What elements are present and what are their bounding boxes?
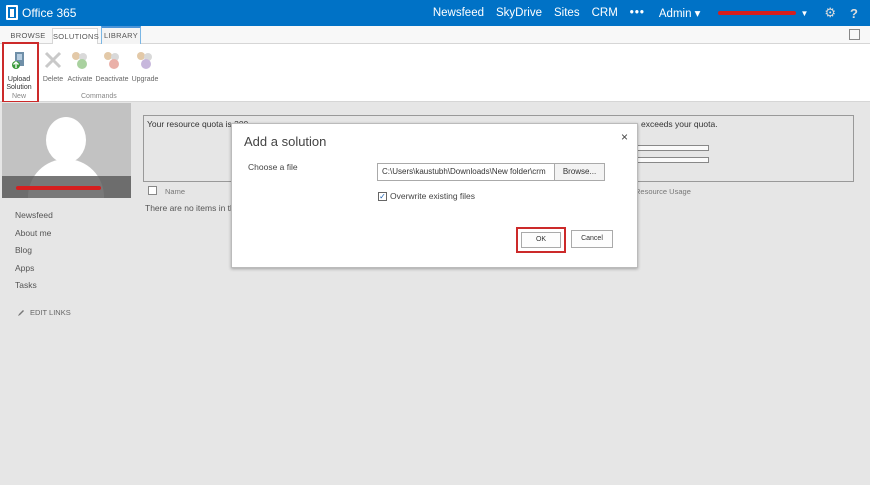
upload-highlight-box (2, 42, 39, 103)
more-apps-button[interactable]: ••• (630, 7, 645, 19)
quota-bar-average (634, 157, 709, 163)
dialog-title: Add a solution (244, 134, 327, 149)
pencil-icon (18, 309, 24, 316)
group-label-commands: Commands (81, 93, 117, 100)
nav-crm[interactable]: CRM (592, 7, 618, 19)
deactivate-label: Deactivate (95, 76, 129, 83)
left-nav: Newsfeed About me Blog Apps Tasks EDIT L… (0, 102, 131, 485)
activate-button[interactable]: Activate (65, 50, 95, 84)
nav-admin[interactable]: Admin ▾ (659, 6, 701, 20)
redacted-profile-name (16, 186, 101, 190)
sidebar-item-blog[interactable]: Blog (15, 245, 32, 255)
quota-text-end: exceeds your quota. (641, 119, 718, 129)
close-icon[interactable]: × (621, 130, 628, 144)
nav-sites[interactable]: Sites (554, 7, 580, 19)
file-path-input[interactable]: C:\Users\kaustubh\Downloads\New folder\c… (378, 164, 554, 180)
empty-list-message: There are no items in th (145, 203, 235, 213)
quota-bar-current (634, 145, 709, 151)
avatar-head (46, 117, 86, 163)
upgrade-button[interactable]: Upgrade (130, 50, 160, 84)
overwrite-option[interactable]: ✓ Overwrite existing files (378, 191, 475, 201)
ok-highlight-box: OK (516, 227, 566, 253)
column-header-name[interactable]: Name (165, 187, 185, 196)
deactivate-button[interactable]: Deactivate (95, 50, 129, 84)
logo-text: Office 365 (22, 5, 77, 20)
focus-on-content-icon[interactable] (849, 29, 860, 40)
sidebar-item-tasks[interactable]: Tasks (15, 280, 37, 290)
tab-solutions[interactable]: SOLUTIONS (52, 28, 99, 45)
help-button[interactable]: ? (850, 6, 858, 21)
suite-bar: Office 365 Newsfeed SkyDrive Sites CRM •… (0, 0, 870, 26)
office365-logo[interactable]: Office 365 (6, 5, 76, 20)
upgrade-icon (137, 52, 152, 69)
ribbon-tab-bar: BROWSE SOLUTIONS LIBRARY (0, 26, 870, 45)
upgrade-label: Upgrade (131, 76, 159, 83)
cancel-button[interactable]: Cancel (571, 230, 613, 248)
redacted-user-name[interactable] (718, 11, 797, 15)
edit-links-button[interactable]: EDIT LINKS (17, 308, 71, 317)
deactivate-icon (104, 52, 119, 69)
file-upload-field[interactable]: C:\Users\kaustubh\Downloads\New folder\c… (377, 163, 605, 181)
browse-button[interactable]: Browse... (554, 164, 604, 180)
activate-icon (72, 52, 87, 69)
nav-newsfeed[interactable]: Newsfeed (433, 7, 484, 19)
ok-button[interactable]: OK (521, 232, 561, 248)
edit-links-label: EDIT LINKS (30, 308, 71, 317)
column-header-usage[interactable]: Resource Usage (635, 187, 691, 196)
overwrite-label: Overwrite existing files (390, 191, 476, 201)
add-solution-dialog: Add a solution × Choose a file C:\Users\… (231, 123, 638, 268)
sidebar-item-newsfeed[interactable]: Newsfeed (15, 210, 53, 220)
profile-picture[interactable] (2, 103, 131, 198)
chevron-down-icon[interactable]: ▼ (800, 9, 808, 18)
tab-library[interactable]: LIBRARY (101, 26, 141, 44)
sidebar-item-about-me[interactable]: About me (15, 228, 51, 238)
delete-button[interactable]: Delete (38, 50, 68, 84)
delete-icon (44, 51, 62, 69)
activate-label: Activate (67, 76, 93, 83)
delete-label: Delete (42, 76, 64, 83)
sidebar-item-apps[interactable]: Apps (15, 263, 34, 273)
choose-file-label: Choose a file (248, 162, 298, 172)
ribbon: Upload Solution Delete Activate Deactiva… (0, 44, 870, 102)
select-all-checkbox[interactable] (148, 186, 157, 195)
top-nav: Newsfeed SkyDrive Sites CRM ••• Admin ▾ … (433, 0, 870, 26)
overwrite-checkbox[interactable]: ✓ (378, 191, 387, 201)
gear-icon[interactable]: ⚙ (824, 5, 836, 21)
office-logo-icon (6, 5, 18, 20)
nav-skydrive[interactable]: SkyDrive (496, 7, 542, 19)
